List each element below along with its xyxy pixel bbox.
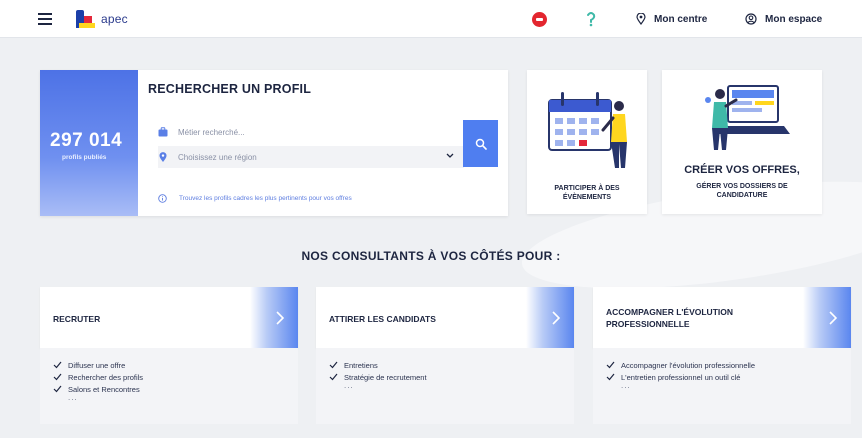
service-card-body: Entretiens Stratégie de recrutement ... — [316, 348, 574, 424]
search-hint-text: Trouvez les profils cadres les plus pert… — [179, 195, 352, 202]
search-profile-card: 297 014 profils publiés RECHERCHER UN PR… — [40, 70, 508, 216]
info-circle-icon — [158, 194, 167, 203]
events-label: PARTICIPER À DES ÉVÈNEMENTS — [527, 184, 647, 202]
list-item-label: Diffuser une offre — [68, 360, 126, 370]
list-item-label: Rechercher des profils — [68, 372, 144, 382]
top-bar: apec Mon centre Mon espace — [0, 0, 862, 38]
service-card-body: Accompagner l'évolution professionnelle … — [593, 348, 851, 424]
create-offers-subtitle-line2: CANDIDATURE — [716, 192, 768, 199]
check-icon — [606, 373, 615, 381]
briefcase-icon — [158, 127, 168, 137]
service-title-line2: PROFESSIONNELLE — [606, 319, 690, 329]
list-item-label: Salons et Rencontres — [68, 384, 140, 394]
region-select[interactable]: Choisissez une région — [158, 146, 464, 168]
service-title: ACCOMPAGNER L'ÉVOLUTION PROFESSIONNELLE — [606, 306, 796, 330]
search-hint: Trouvez les profils cadres les plus pert… — [158, 194, 352, 203]
list-item[interactable]: Diffuser une offre — [53, 359, 143, 371]
alert-badge-icon[interactable] — [532, 12, 547, 27]
list-item[interactable]: Salons et Rencontres — [53, 383, 143, 395]
service-card-header: RECRUTER — [40, 287, 298, 348]
create-offers-subtitle: GÉRER VOS DOSSIERS DE CANDIDATURE — [676, 182, 808, 200]
events-label-line2: ÉVÈNEMENTS — [562, 194, 612, 201]
service-title-line1: ATTIRER LES CANDIDATS — [329, 314, 436, 324]
magnifier-icon — [475, 138, 487, 150]
list-item-label: Accompagner l'évolution professionnelle — [621, 360, 756, 370]
mon-centre-label: Mon centre — [654, 13, 708, 25]
service-arrow-button[interactable] — [803, 287, 851, 348]
apec-logo-mark — [76, 10, 98, 28]
chevron-right-icon — [552, 310, 560, 325]
service-title: RECRUTER — [53, 313, 243, 325]
user-circle-icon — [745, 13, 757, 25]
service-list: Entretiens Stratégie de recrutement — [329, 359, 427, 383]
calendar-illustration — [548, 92, 627, 168]
service-card-header: ATTIRER LES CANDIDATS — [316, 287, 574, 348]
service-card-attirer[interactable]: ATTIRER LES CANDIDATS Entretiens Stratég… — [316, 287, 574, 424]
service-title-line1: RECRUTER — [53, 314, 101, 324]
job-search-placeholder: Métier recherché... — [178, 127, 245, 137]
service-list: Accompagner l'évolution professionnelle … — [606, 359, 755, 383]
search-title: RECHERCHER UN PROFIL — [148, 82, 312, 96]
computer-illustration — [705, 85, 790, 150]
create-offers-subtitle-line1: GÉRER VOS DOSSIERS DE — [696, 183, 788, 190]
service-arrow-button[interactable] — [526, 287, 574, 348]
help-icon[interactable] — [585, 11, 597, 27]
service-card-accompagner[interactable]: ACCOMPAGNER L'ÉVOLUTION PROFESSIONNELLE … — [593, 287, 851, 424]
list-item-label: Stratégie de recrutement — [344, 372, 427, 382]
chevron-right-icon — [829, 310, 837, 325]
list-item[interactable]: Entretiens — [329, 359, 427, 371]
list-item[interactable]: Rechercher des profils — [53, 371, 143, 383]
list-item[interactable]: Accompagner l'évolution professionnelle — [606, 359, 755, 371]
profiles-count-label: profils publiés — [62, 154, 107, 161]
region-select-value: Choisissez une région — [178, 152, 257, 162]
list-item-label: Entretiens — [344, 360, 378, 370]
create-offers-title: CRÉER VOS OFFRES, — [684, 164, 800, 176]
service-more-ellipsis: ... — [344, 381, 354, 390]
logo-text: apec — [101, 12, 128, 26]
service-arrow-button[interactable] — [250, 287, 298, 348]
mon-centre-link[interactable]: Mon centre — [636, 11, 707, 27]
mon-espace-link[interactable]: Mon espace — [745, 11, 822, 27]
check-icon — [53, 373, 62, 381]
chevron-right-icon — [276, 310, 284, 325]
mon-espace-label: Mon espace — [765, 13, 823, 25]
job-search-input[interactable]: Métier recherché... — [158, 121, 464, 143]
check-icon — [329, 373, 338, 381]
check-icon — [329, 361, 338, 369]
check-icon — [53, 361, 62, 369]
service-title-line1: ACCOMPAGNER L'ÉVOLUTION — [606, 307, 734, 317]
check-icon — [53, 385, 62, 393]
events-card[interactable]: PARTICIPER À DES ÉVÈNEMENTS — [527, 70, 647, 214]
apec-logo[interactable]: apec — [76, 9, 128, 29]
profiles-count: 297 014 — [50, 130, 123, 151]
service-more-ellipsis: ... — [621, 381, 631, 390]
location-pin-icon — [159, 152, 167, 162]
events-label-line1: PARTICIPER À DES — [554, 185, 620, 192]
location-pin-icon — [636, 13, 646, 25]
published-profiles-panel: 297 014 profils publiés — [40, 70, 138, 216]
chevron-down-icon — [446, 153, 454, 158]
create-offers-card[interactable]: CRÉER VOS OFFRES, GÉRER VOS DOSSIERS DE … — [662, 70, 822, 214]
list-item-label: L'entretien professionnel un outil clé — [621, 372, 741, 382]
service-list: Diffuser une offre Rechercher des profil… — [53, 359, 143, 395]
consultants-heading: NOS CONSULTANTS À VOS CÔTÉS POUR : — [301, 249, 561, 263]
check-icon — [606, 361, 615, 369]
service-card-recruter[interactable]: RECRUTER Diffuser une offre Rechercher d… — [40, 287, 298, 424]
service-title: ATTIRER LES CANDIDATS — [329, 313, 519, 325]
service-card-body: Diffuser une offre Rechercher des profil… — [40, 348, 298, 424]
hamburger-icon[interactable] — [38, 13, 52, 25]
service-more-ellipsis: ... — [68, 393, 78, 402]
service-card-header: ACCOMPAGNER L'ÉVOLUTION PROFESSIONNELLE — [593, 287, 851, 348]
search-button[interactable] — [463, 120, 498, 167]
